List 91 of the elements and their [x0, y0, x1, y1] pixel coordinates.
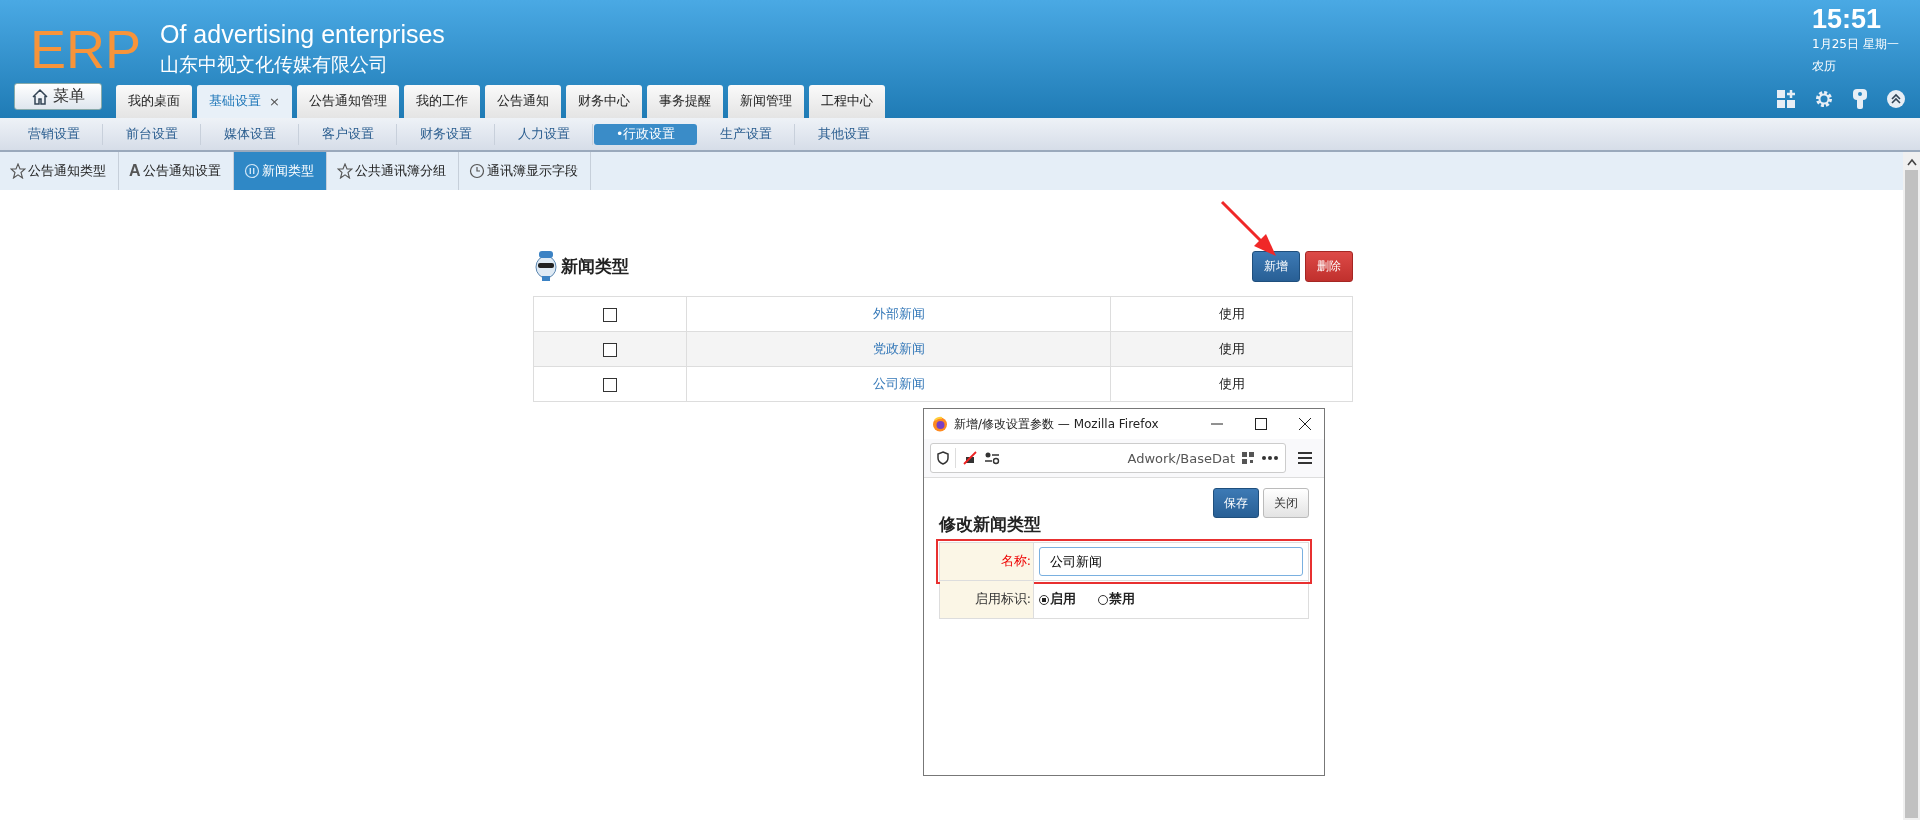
sub-nav-item[interactable]: 前台设置	[104, 123, 201, 145]
tab-label: 公共通讯簿分组	[354, 162, 446, 180]
qr-code-icon	[1241, 451, 1255, 465]
main-tab[interactable]: 财务中心	[565, 85, 642, 118]
close-icon	[1298, 417, 1312, 431]
sub-nav-item[interactable]: 生产设置	[698, 123, 796, 145]
shield-icon	[937, 451, 949, 465]
sub-nav-item[interactable]: 人力设置	[496, 123, 593, 145]
home-icon	[31, 87, 49, 106]
window-title: 新增/修改设置参数 — Mozilla Firefox	[954, 415, 1159, 433]
clock-icon	[468, 163, 485, 179]
clock-time: 15:51	[1812, 4, 1883, 34]
news-type-link[interactable]: 公司新闻	[872, 375, 925, 391]
page-tab[interactable]: 公告通知类型	[0, 152, 119, 190]
settings-icon	[1814, 89, 1834, 109]
tab-label: 公告通知管理	[308, 93, 387, 110]
more-icon	[1261, 455, 1279, 461]
tab-label: 公告通知设置	[142, 162, 221, 180]
news-type-link[interactable]: 党政新闻	[872, 340, 925, 356]
page-tab[interactable]: 新闻类型	[233, 152, 327, 190]
news-type-link[interactable]: 外部新闻	[872, 305, 925, 321]
app-title: Of advertising enterprises	[160, 19, 445, 50]
name-input-field[interactable]: 公司新闻	[1039, 547, 1303, 576]
save-button[interactable]: 保存	[1213, 488, 1259, 518]
radio-option[interactable]: 启用	[1039, 591, 1076, 608]
table-cell: 使用	[1110, 331, 1353, 367]
radio-option[interactable]: 禁用	[1098, 591, 1135, 608]
company-name: 山东中视文化传媒有限公司	[160, 52, 389, 77]
main-tab[interactable]: 基础设置 ×	[197, 85, 292, 118]
add-widget-icon	[1776, 89, 1796, 109]
main-tab[interactable]: 公告通知	[484, 85, 561, 118]
main-tab[interactable]: 事务提醒	[646, 85, 723, 118]
star-icon	[10, 163, 26, 179]
tab-label: 通讯簿显示字段	[486, 162, 578, 180]
tab-label: 我的桌面	[128, 93, 180, 110]
row-checkbox[interactable]	[603, 377, 617, 392]
dialog-heading: 修改新闻类型	[939, 513, 1042, 536]
delete-button[interactable]: 删除	[1305, 250, 1353, 282]
close-button[interactable]: 关闭	[1263, 488, 1309, 518]
tab-label: 公告通知	[496, 93, 549, 110]
pause-icon	[243, 163, 260, 179]
key-icon	[1852, 88, 1868, 110]
tab-label: 新闻管理	[739, 93, 792, 110]
row-checkbox[interactable]	[603, 307, 617, 322]
scrollbar-thumb[interactable]	[1905, 170, 1918, 818]
firefox-icon	[932, 416, 948, 432]
menu-icon	[1298, 452, 1312, 464]
sub-nav-item[interactable]: 财务设置	[398, 123, 495, 145]
star-icon	[336, 163, 353, 179]
tab-label: 事务提醒	[658, 93, 711, 110]
page-tab[interactable]: A 公告通知设置	[119, 152, 234, 190]
row-checkbox[interactable]	[603, 342, 617, 357]
table-cell: 使用	[1110, 296, 1353, 332]
tab-label: 我的工作	[415, 93, 468, 110]
tab-label: 财务中心	[577, 93, 630, 110]
main-tab[interactable]: 新闻管理	[727, 85, 804, 118]
table-cell: 使用	[1110, 366, 1353, 402]
logo-text: ERP	[30, 18, 143, 81]
blocked-permission-icon	[962, 450, 978, 466]
mascot-icon	[533, 250, 559, 282]
sub-nav-item[interactable]: •行政设置	[594, 123, 698, 145]
main-tab[interactable]: 我的工作	[403, 85, 480, 118]
page-tab[interactable]: 公共通讯簿分组	[326, 152, 459, 190]
tab-label: 新闻类型	[261, 162, 314, 180]
menu-button[interactable]: 菜单	[14, 83, 102, 110]
field-label: 名称:	[940, 543, 1034, 580]
controls-icon	[984, 451, 1000, 465]
main-tab[interactable]: 工程中心	[808, 85, 885, 118]
scroll-up-icon	[1906, 158, 1917, 166]
sub-nav-item[interactable]: 营销设置	[6, 123, 103, 145]
tab-label: 基础设置	[209, 93, 261, 110]
main-tab[interactable]: 公告通知管理	[296, 85, 399, 118]
main-tab[interactable]: 我的桌面	[116, 85, 192, 118]
address-bar[interactable]: Adwork/BaseDat	[930, 443, 1286, 473]
field-label: 启用标识:	[940, 581, 1034, 618]
close-tab-button[interactable]: ×	[269, 94, 280, 109]
collapse-icon	[1886, 89, 1906, 109]
add-button[interactable]: 新增	[1252, 250, 1300, 282]
font-icon: A	[129, 162, 141, 180]
tab-label: 公告通知类型	[28, 162, 106, 180]
clock-date: 1月25日 星期一	[1812, 36, 1900, 53]
tab-label: 工程中心	[820, 93, 873, 110]
sub-nav-item[interactable]: 客户设置	[300, 123, 397, 145]
vertical-scrollbar[interactable]	[1903, 152, 1920, 820]
url-text: Adwork/BaseDat	[1127, 450, 1235, 466]
lunar-calendar-label: 农历	[1812, 58, 1837, 75]
sub-nav-item[interactable]: 媒体设置	[202, 123, 299, 145]
page-tab[interactable]: 通讯簿显示字段	[458, 152, 591, 190]
maximize-icon	[1254, 417, 1268, 431]
page-title: 新闻类型	[561, 254, 629, 278]
sub-nav-item[interactable]: 其他设置	[796, 123, 893, 145]
